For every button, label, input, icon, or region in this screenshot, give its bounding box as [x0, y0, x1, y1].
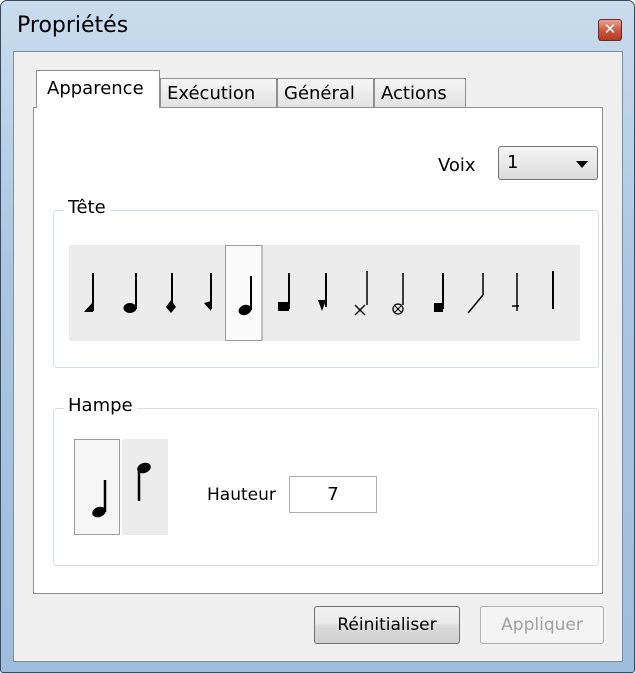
properties-window: Propriétés ✕ Apparence Exécution Général…: [0, 0, 635, 673]
plus-head-icon: [512, 273, 519, 311]
round-head-selected-icon: [238, 276, 252, 316]
title-bar[interactable]: Propriétés ✕: [1, 1, 634, 47]
close-button[interactable]: ✕: [598, 19, 622, 41]
triangle-head-icon: [84, 273, 94, 312]
chevron-down-icon: [576, 161, 588, 168]
reset-button[interactable]: Réinitialiser: [314, 606, 460, 644]
tab-execution[interactable]: Exécution: [160, 78, 277, 108]
close-icon: ✕: [603, 20, 617, 38]
inverted-triangle-head-icon: [318, 273, 327, 311]
dialog-client: Apparence Exécution Général Actions Voix…: [13, 51, 623, 662]
note-head-button[interactable]: [148, 245, 186, 341]
tete-group-title: Tête: [64, 197, 110, 218]
half-diamond-head-icon: [204, 273, 212, 311]
slash-head-icon: [467, 273, 484, 314]
tab-apparence[interactable]: Apparence: [36, 70, 160, 108]
diamond-head-icon: [166, 273, 176, 313]
tete-group: Tête: [53, 197, 599, 368]
note-head-button[interactable]: [71, 245, 109, 341]
note-head-button[interactable]: [379, 245, 417, 341]
apparence-panel: Voix 1 Tête Hampe Hauteur 7: [33, 107, 603, 594]
tab-label: Exécution: [167, 83, 256, 104]
note-head-button[interactable]: [418, 245, 456, 341]
square-head-icon: [278, 273, 290, 311]
note-head-strip: [69, 245, 580, 341]
note-head-button[interactable]: [187, 245, 225, 341]
hauteur-input[interactable]: 7: [289, 476, 377, 513]
note-head-button[interactable]: [456, 245, 494, 341]
no-head-icon: [552, 271, 554, 309]
note-head-button[interactable]: [302, 245, 340, 341]
hampe-group-title: Hampe: [64, 395, 137, 416]
note-head-button[interactable]: [264, 245, 302, 341]
small-square-head-icon: [434, 273, 444, 312]
tab-label: Général: [284, 83, 355, 104]
stem-down-button[interactable]: [122, 439, 168, 535]
hauteur-label: Hauteur: [207, 485, 276, 505]
tab-general[interactable]: Général: [277, 78, 374, 108]
voix-value: 1: [507, 152, 519, 173]
hampe-group: Hampe Hauteur 7: [53, 395, 599, 566]
voix-label: Voix: [438, 155, 476, 176]
stem-down-icon: [137, 462, 151, 501]
x-head-icon: [354, 271, 368, 316]
voix-dropdown[interactable]: 1: [498, 146, 598, 180]
note-head-button[interactable]: [110, 245, 148, 341]
tab-label: Actions: [381, 83, 447, 104]
circle-x-head-icon: [392, 273, 404, 315]
stem-up-icon: [92, 480, 107, 518]
note-head-button[interactable]: [341, 245, 379, 341]
window-title: Propriétés: [17, 13, 129, 38]
note-head-button[interactable]: [533, 245, 571, 341]
note-head-button[interactable]: [225, 245, 263, 341]
stem-up-button[interactable]: [74, 439, 120, 535]
note-head-button[interactable]: [495, 245, 533, 341]
apply-button[interactable]: Appliquer: [480, 606, 604, 644]
tab-actions[interactable]: Actions: [374, 78, 466, 108]
round-head-icon: [123, 273, 137, 313]
tab-label: Apparence: [47, 78, 144, 99]
